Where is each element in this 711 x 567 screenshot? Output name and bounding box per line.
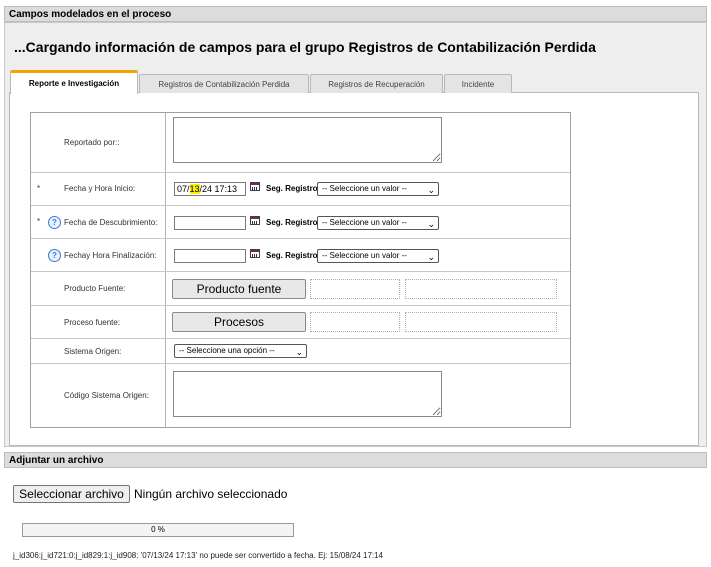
progress-text: 0 %: [151, 525, 165, 534]
row-divider: [31, 172, 570, 173]
tab-label: Registros de Recuperación: [328, 80, 425, 89]
sistema-origen-select[interactable]: -- Seleccione una opción -- ⌄: [174, 344, 307, 358]
loading-message: ...Cargando información de campos para e…: [14, 39, 596, 55]
help-circle-icon[interactable]: ?: [48, 216, 61, 229]
no-file-text: Ningún archivo seleccionado: [134, 487, 288, 501]
select-file-button[interactable]: Seleccionar archivo: [13, 485, 130, 503]
fecha-inicio-label: Fecha y Hora Inicio:: [64, 184, 136, 193]
tab-reporte-investigacion[interactable]: Reporte e Investigación: [10, 70, 138, 94]
row-divider: [31, 205, 570, 206]
chevron-down-icon: ⌄: [295, 347, 303, 357]
row-divider: [31, 338, 570, 339]
seg-registro-label: Seg. Registro: [266, 184, 318, 193]
sistema-origen-label: Sistema Origen:: [64, 347, 122, 356]
seg-registro-label: Seg. Registro: [266, 251, 318, 260]
error-message: j_id306:j_id721:0:j_id829:1:j_id908: '07…: [13, 551, 384, 560]
row-divider: [31, 363, 570, 364]
section-header-campos: Campos modelados en el proceso: [4, 6, 707, 22]
date-part: 07/: [177, 184, 190, 194]
calendar-icon[interactable]: [250, 249, 260, 258]
required-marker: *: [37, 184, 41, 193]
section-title: Campos modelados en el proceso: [9, 9, 172, 20]
date-highlight: 13: [189, 184, 200, 194]
calendar-icon[interactable]: [250, 216, 260, 225]
select-value: -- Seleccione una opción --: [179, 346, 275, 355]
tab-incidente[interactable]: Incidente: [444, 74, 512, 93]
fecha-finalizacion-input[interactable]: [174, 249, 246, 263]
column-divider: [165, 112, 166, 428]
tab-label: Reporte e Investigación: [28, 79, 120, 88]
seg-registro-select[interactable]: -- Seleccione un valor -- ⌄: [317, 216, 439, 230]
proceso-fuente-code-field: [310, 312, 400, 332]
section-title: Adjuntar un archivo: [9, 455, 104, 466]
tab-label: Incidente: [461, 80, 495, 89]
producto-fuente-desc-field: [405, 279, 557, 299]
producto-fuente-code-field: [310, 279, 400, 299]
seg-registro-select[interactable]: -- Seleccione un valor -- ⌄: [317, 182, 439, 196]
row-divider: [31, 271, 570, 272]
chevron-down-icon: ⌄: [427, 185, 435, 195]
reportado-textarea[interactable]: [173, 117, 442, 163]
proceso-fuente-label: Proceso fuente:: [64, 318, 121, 327]
date-part: /24 17:13: [199, 184, 238, 194]
select-value: -- Seleccione un valor --: [322, 184, 407, 193]
help-circle-icon[interactable]: ?: [48, 249, 61, 262]
proceso-fuente-desc-field: [405, 312, 557, 332]
row-divider: [31, 305, 570, 306]
codigo-sistema-textarea[interactable]: [173, 371, 442, 417]
fecha-finalizacion-label: Fechay Hora Finalización:: [64, 251, 157, 260]
seg-registro-label: Seg. Registro: [266, 218, 318, 227]
fecha-descubrimiento-input[interactable]: [174, 216, 246, 230]
reportado-label: Reportado por::: [64, 138, 120, 147]
upload-progress-bar: 0 %: [22, 523, 294, 537]
codigo-sistema-label: Código Sistema Origen:: [64, 391, 149, 400]
tab-label: Registros de Contabilización Perdida: [158, 80, 290, 89]
producto-fuente-button[interactable]: Producto fuente: [172, 279, 306, 299]
tab-registros-recuperacion[interactable]: Registros de Recuperación: [310, 74, 443, 93]
fecha-descubrimiento-label: Fecha de Descubrimiento:: [64, 218, 158, 227]
section-header-adjuntar: Adjuntar un archivo: [4, 452, 707, 468]
tab-registros-contabilizacion[interactable]: Registros de Contabilización Perdida: [139, 74, 309, 93]
fecha-inicio-input[interactable]: 07/13/24 17:13: [174, 182, 246, 196]
calendar-icon[interactable]: [250, 182, 260, 191]
select-value: -- Seleccione un valor --: [322, 251, 407, 260]
chevron-down-icon: ⌄: [427, 219, 435, 229]
chevron-down-icon: ⌄: [427, 252, 435, 262]
producto-fuente-label: Producto Fuente:: [64, 284, 126, 293]
seg-registro-select[interactable]: -- Seleccione un valor -- ⌄: [317, 249, 439, 263]
select-value: -- Seleccione un valor --: [322, 218, 407, 227]
row-divider: [31, 238, 570, 239]
required-marker: *: [37, 217, 41, 226]
procesos-button[interactable]: Procesos: [172, 312, 306, 332]
